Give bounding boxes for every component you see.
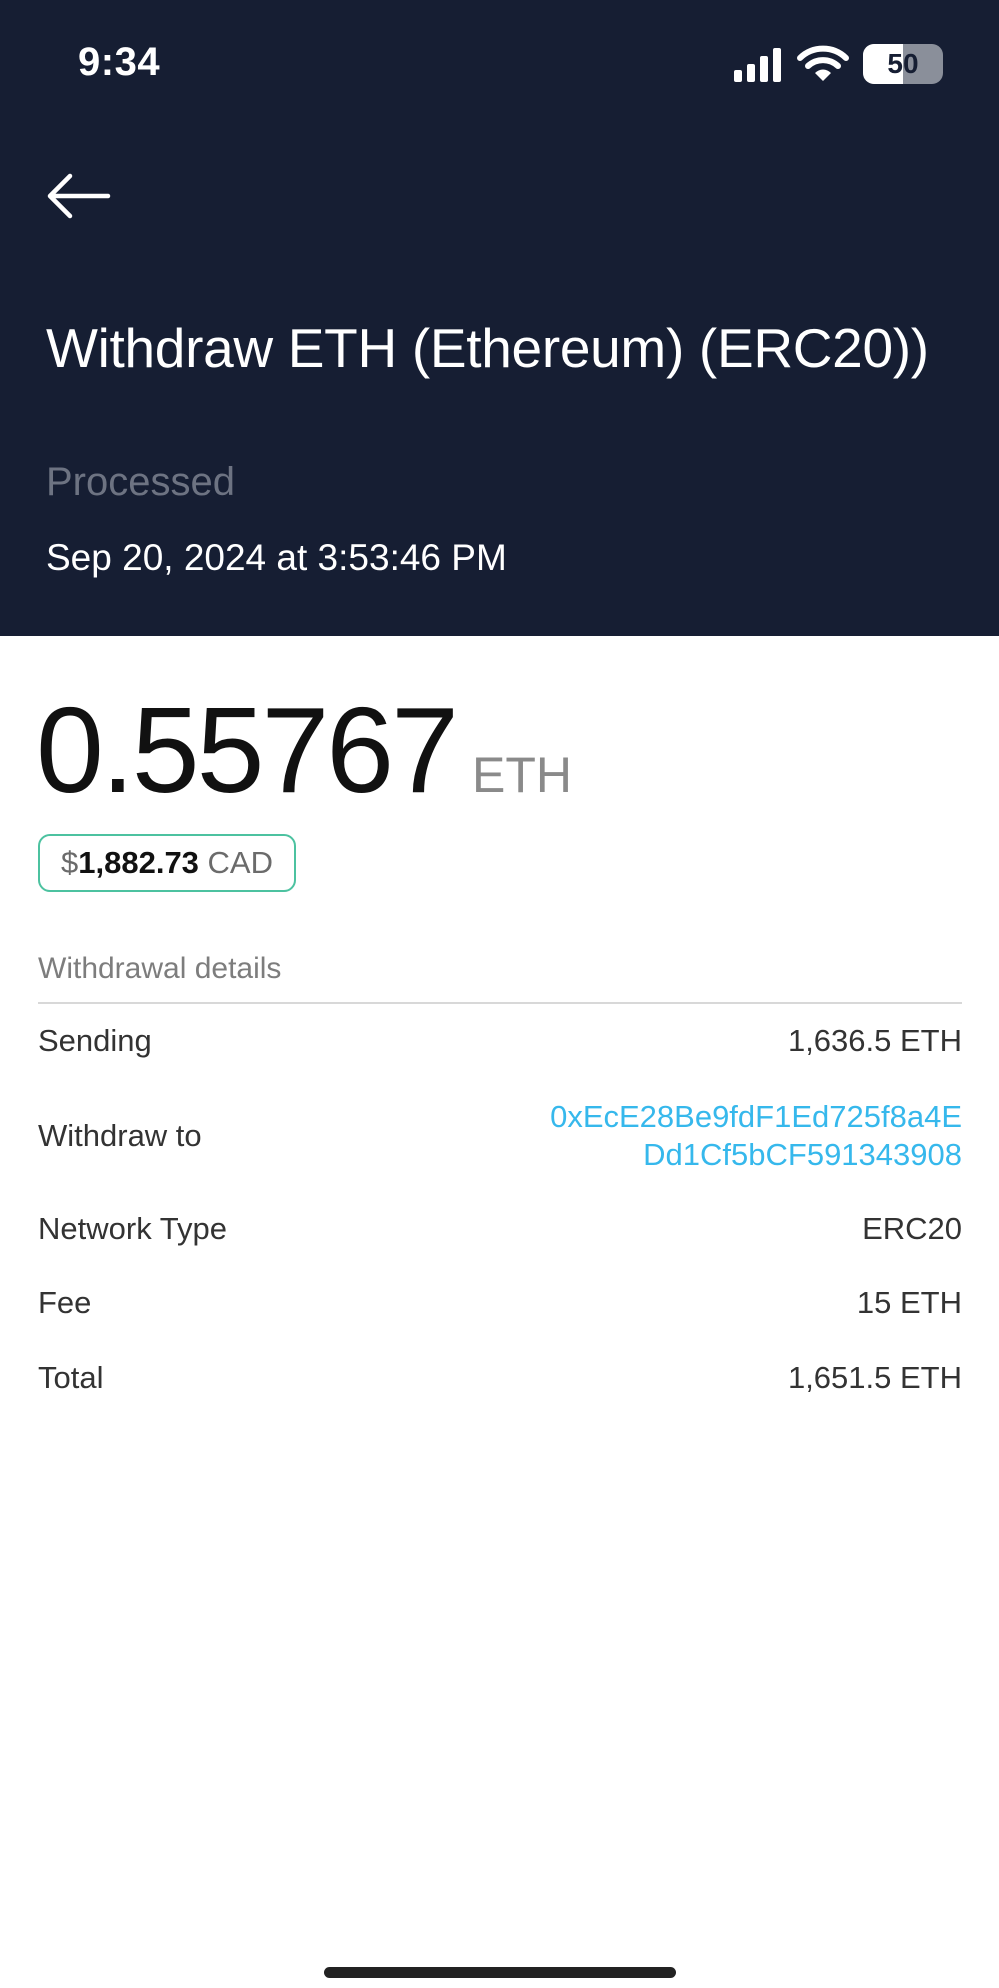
amount-display: 0.55767 ETH xyxy=(36,680,572,820)
battery-level-text: 50 xyxy=(887,48,919,79)
status-bar-icons: 50 xyxy=(734,42,943,86)
page-header: 9:34 50 Withdraw ETH (Ethereum) (ERC20))… xyxy=(0,0,999,636)
arrow-left-icon xyxy=(47,173,111,219)
detail-row-withdraw-to: Withdraw to 0xEcE28Be9fdF1Ed725f8a4E Dd1… xyxy=(38,1098,962,1174)
transaction-timestamp: Sep 20, 2024 at 3:53:46 PM xyxy=(46,537,507,578)
battery-icon: 50 xyxy=(863,44,943,84)
status-bar-time: 9:34 xyxy=(78,40,161,84)
fee-label: Fee xyxy=(38,1285,92,1320)
fiat-symbol: $ xyxy=(61,845,79,880)
cellular-signal-icon xyxy=(734,46,781,82)
withdraw-to-label: Withdraw to xyxy=(38,1118,202,1153)
back-button[interactable] xyxy=(44,170,112,222)
fiat-currency: CAD xyxy=(207,845,273,880)
sending-label: Sending xyxy=(38,1023,152,1058)
fiat-value: 1,882.73 xyxy=(78,845,199,880)
amount-value: 0.55767 xyxy=(36,682,459,818)
detail-row-total: Total 1,651.5 ETH xyxy=(38,1360,962,1396)
amount-unit: ETH xyxy=(472,747,572,803)
total-label: Total xyxy=(38,1360,104,1395)
total-value: 1,651.5 ETH xyxy=(787,1360,962,1395)
detail-row-fee: Fee 15 ETH xyxy=(38,1285,962,1321)
section-divider xyxy=(38,1002,962,1004)
detail-row-sending: Sending 1,636.5 ETH xyxy=(38,1023,962,1059)
section-title: Withdrawal details xyxy=(38,952,282,985)
fiat-value-badge: $1,882.73 CAD xyxy=(38,834,296,892)
fee-value: 15 ETH xyxy=(856,1285,962,1320)
sending-value: 1,636.5 ETH xyxy=(787,1023,962,1058)
withdraw-address-link[interactable]: 0xEcE28Be9fdF1Ed725f8a4E Dd1Cf5bCF591343… xyxy=(550,1098,962,1174)
address-line-1: 0xEcE28Be9fdF1Ed725f8a4E xyxy=(550,1099,962,1134)
transaction-status: Processed xyxy=(46,460,235,504)
page-title: Withdraw ETH (Ethereum) (ERC20)) xyxy=(46,317,929,379)
wifi-icon xyxy=(797,45,849,81)
network-type-label: Network Type xyxy=(38,1211,227,1246)
home-indicator[interactable] xyxy=(324,1967,676,1978)
address-line-2: Dd1Cf5bCF591343908 xyxy=(643,1137,962,1172)
detail-row-network: Network Type ERC20 xyxy=(38,1211,962,1247)
network-type-value: ERC20 xyxy=(862,1211,962,1246)
